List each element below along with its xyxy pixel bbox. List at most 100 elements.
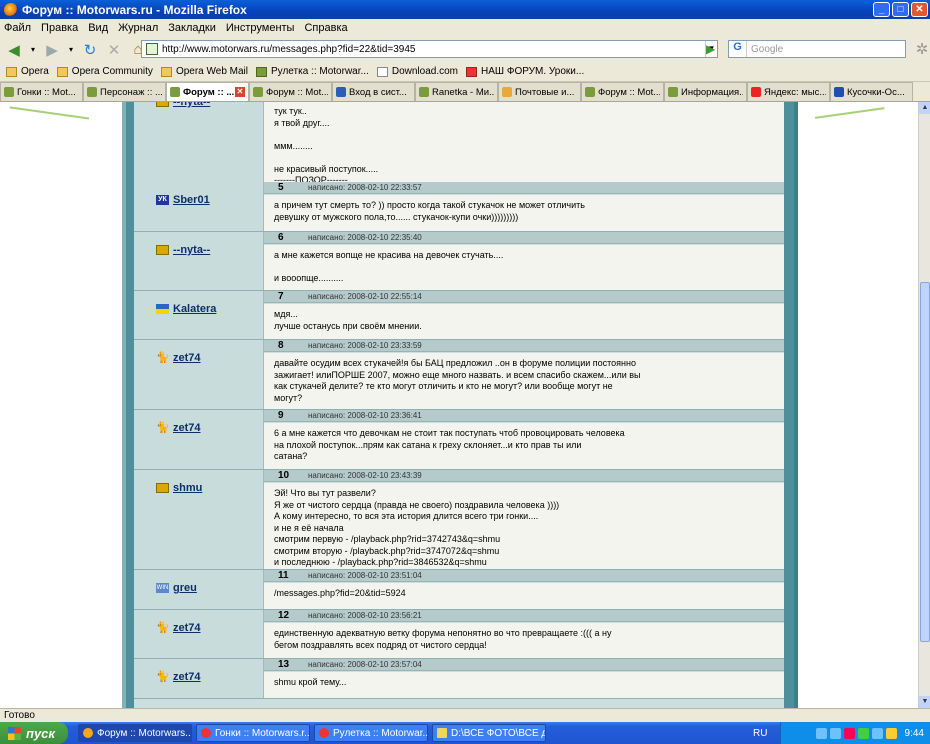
flag-icon: WIN	[156, 583, 169, 593]
search-box[interactable]: G Google	[728, 40, 906, 58]
post-header: 11 написано: 2008-02-10 23:51:04	[264, 570, 784, 582]
url-bar[interactable]: http://www.motorwars.ru/messages.php?fid…	[141, 40, 718, 58]
folder-icon	[160, 66, 172, 77]
menu-edit[interactable]: Правка	[41, 22, 78, 34]
post-text-line: сатана?	[274, 451, 308, 461]
bookmark-item[interactable]: Opera	[6, 66, 49, 77]
post-author-link[interactable]: zet74	[173, 671, 201, 683]
taskbar-item[interactable]: Форум :: Motorwars....	[78, 724, 192, 742]
search-engine-icon[interactable]: G	[729, 41, 747, 57]
scroll-up-icon[interactable]: ▲	[919, 102, 930, 114]
site-icon	[256, 66, 268, 77]
tab[interactable]: Форум :: Mot...	[581, 82, 664, 101]
taskbar-item[interactable]: Рулетка :: Motorwar...	[314, 724, 428, 742]
post-number: 9	[278, 410, 284, 421]
post-text-line: единственную адекватную ветку форума неп…	[274, 628, 612, 638]
tab-site-icon	[502, 87, 512, 97]
tab[interactable]: Почтовые и...	[498, 82, 581, 101]
post-author-link[interactable]: --nyta--	[173, 102, 210, 108]
taskbar-item[interactable]: Гонки :: Motorwars.r...	[196, 724, 310, 742]
menu-bookmarks[interactable]: Закладки	[168, 22, 216, 34]
tab[interactable]: Информация...	[664, 82, 747, 101]
post-text-line: а мне кажется вопще не красива на девоче…	[274, 250, 504, 260]
bookmark-item[interactable]: Opera Web Mail	[160, 66, 248, 77]
tab[interactable]: Вход в сист...	[332, 82, 415, 101]
post-text-line: смотрим вторую - /playback.php?rid=37470…	[274, 545, 500, 556]
post-body: Эй! Что вы тут развели? Я же от чистого с…	[264, 483, 784, 569]
post-author-link[interactable]: zet74	[173, 352, 201, 364]
post-author-cell: shmu	[134, 470, 264, 569]
folder-icon	[56, 66, 68, 77]
reload-icon[interactable]: ↻	[80, 40, 100, 60]
scroll-down-icon[interactable]: ▼	[919, 696, 930, 708]
tab[interactable]: Гонки :: Mot...	[0, 82, 83, 101]
back-icon[interactable]: ◀	[4, 40, 24, 60]
back-dropdown-icon[interactable]: ▾	[28, 40, 38, 60]
post-author-link[interactable]: --nyta--	[173, 244, 210, 256]
forum-thread: --nyta-- тук тук.. я твой друг.... ммм.....…	[134, 102, 784, 708]
tray-icon[interactable]	[871, 727, 883, 739]
post-author-link[interactable]: zet74	[173, 422, 201, 434]
post-author-link[interactable]: Kalatera	[173, 303, 216, 315]
minimize-button[interactable]: _	[873, 2, 890, 17]
tab-active[interactable]: Форум :: ... ✕	[166, 82, 249, 101]
tray-icon[interactable]	[843, 727, 855, 739]
tab[interactable]: Ranetka - Ми...	[415, 82, 498, 101]
url-text[interactable]: http://www.motorwars.ru/messages.php?fid…	[162, 44, 705, 55]
post-author-cell: WIN greu	[134, 570, 264, 609]
forward-icon[interactable]: ▶	[42, 40, 62, 60]
post-text-line: а причем тут смерть то? )) просто когда …	[274, 200, 585, 210]
menu-tools[interactable]: Инструменты	[226, 22, 295, 34]
menu-view[interactable]: Вид	[88, 22, 108, 34]
post-author-link[interactable]: shmu	[173, 482, 202, 494]
menu-history[interactable]: Журнал	[118, 22, 158, 34]
post-date: написано: 2008-02-10 23:56:21	[308, 611, 422, 620]
post-number: 13	[278, 659, 290, 670]
forward-dropdown-icon[interactable]: ▾	[66, 40, 76, 60]
post-date: написано: 2008-02-10 23:43:39	[308, 471, 422, 480]
scroll-thumb[interactable]	[920, 282, 930, 642]
tab[interactable]: Кусочки-Ос...	[830, 82, 913, 101]
tab[interactable]: Персонаж :: ...	[83, 82, 166, 101]
post-body: а причем тут смерть то? )) просто когда …	[264, 195, 784, 231]
tray-icon[interactable]	[857, 727, 869, 739]
bookmark-item[interactable]: Opera Community	[56, 66, 153, 77]
cat-icon: 🐈	[156, 671, 170, 683]
language-indicator[interactable]: RU	[753, 728, 767, 739]
vertical-scrollbar[interactable]: ▲ ▼	[918, 102, 930, 708]
start-button[interactable]: пуск	[0, 722, 68, 744]
post-body: 6 а мне кажется что девочкам не стоит та…	[264, 423, 784, 469]
go-icon[interactable]: ▶	[706, 40, 722, 58]
close-button[interactable]: ✕	[911, 2, 928, 17]
bookmark-item[interactable]: Рулетка :: Motorwar...	[256, 66, 369, 77]
tab-close-icon[interactable]: ✕	[235, 87, 245, 97]
post: shmu 10 написано: 2008-02-10 23:43:39 Эй! Ч…	[134, 470, 784, 570]
cat-icon: 🐈	[156, 352, 170, 364]
window-title: Форум :: Motorwars.ru - Mozilla Firefox	[22, 2, 247, 17]
taskbar-item[interactable]: D:\ВСЕ ФОТО\ВСЕ д...	[432, 724, 546, 742]
tab[interactable]: Яндекс: мыс...	[747, 82, 830, 101]
post-text-line	[274, 152, 776, 164]
tab-site-icon	[585, 87, 595, 97]
post-author-link[interactable]: greu	[173, 582, 197, 594]
tray-icon[interactable]	[815, 727, 827, 739]
maximize-button[interactable]: □	[892, 2, 909, 17]
menu-help[interactable]: Справка	[304, 22, 347, 34]
post-body: давайте осудим всех стукачей!я бы БАЦ пр…	[264, 353, 784, 409]
menu-file[interactable]: Файл	[4, 22, 31, 34]
stop-icon[interactable]: ✕	[104, 40, 124, 60]
tab-site-icon	[170, 87, 180, 97]
bookmark-item[interactable]: НАШ ФОРУМ. Уроки...	[466, 66, 584, 77]
post-author-link[interactable]: zet74	[173, 622, 201, 634]
tray-icon[interactable]	[829, 727, 841, 739]
post-author-link[interactable]: Sber01	[173, 194, 210, 206]
post-text-line: мдя...	[274, 309, 298, 319]
post-text-line	[274, 129, 776, 141]
page-content: --nyta-- тук тук.. я твой друг.... ммм.....…	[0, 102, 918, 708]
bookmark-item[interactable]: Download.com	[376, 66, 458, 77]
search-input[interactable]: Google	[747, 44, 783, 55]
post-body: а мне кажется вопще не красива на девоче…	[264, 245, 784, 290]
tab[interactable]: Форум :: Mot...	[249, 82, 332, 101]
page-icon	[376, 66, 388, 77]
tray-icon[interactable]	[885, 727, 897, 739]
